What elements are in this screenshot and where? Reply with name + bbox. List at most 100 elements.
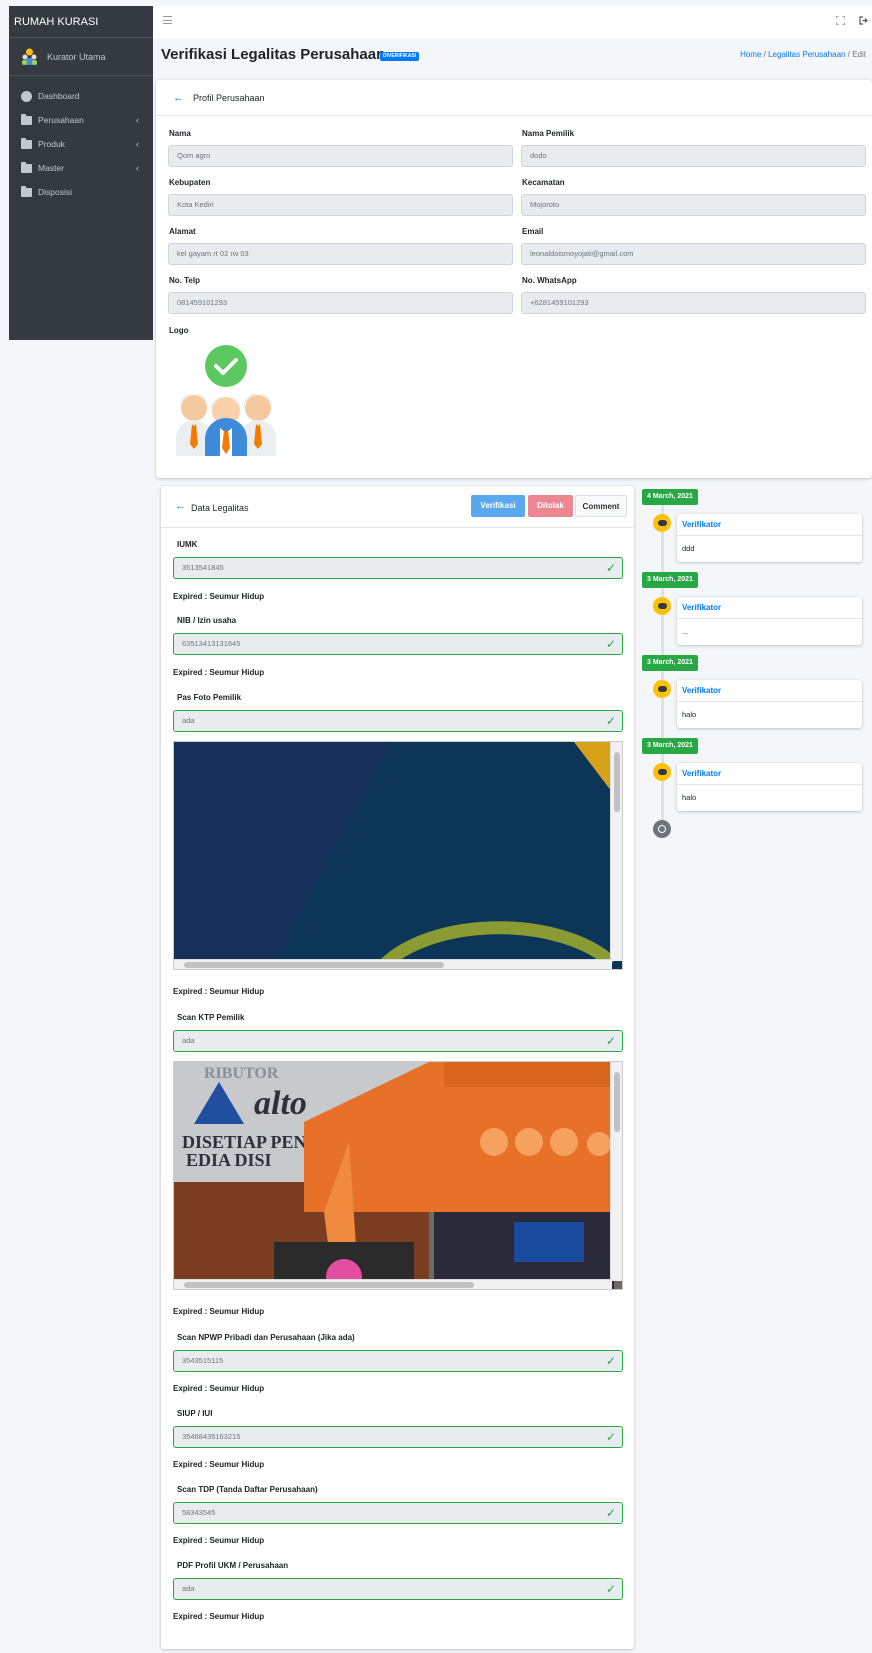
breadcrumb-section[interactable]: Legalitas Perusahaan: [768, 50, 845, 59]
timeline-author[interactable]: Verifikator: [677, 680, 862, 702]
scrollbar-thumb[interactable]: [614, 1072, 620, 1132]
ditolak-button[interactable]: Ditolak: [528, 495, 573, 517]
npwp-field[interactable]: 3543515115 ✓: [173, 1350, 623, 1372]
iumk-field[interactable]: 3513541845 ✓: [173, 557, 623, 579]
folder-icon: [21, 113, 32, 125]
nib-label: NIB / Izin usaha: [177, 616, 237, 625]
check-icon: ✓: [605, 1034, 616, 1048]
user-name[interactable]: Kurator Utama: [47, 52, 106, 62]
ktp-field[interactable]: ada ✓: [173, 1030, 623, 1052]
nama-label: Nama: [169, 129, 191, 138]
nama-pemilik-label: Nama Pemilik: [522, 129, 575, 138]
check-icon: ✓: [605, 1354, 616, 1368]
comment-button[interactable]: Comment: [575, 495, 627, 517]
back-arrow-icon[interactable]: ←: [173, 92, 184, 104]
timeline-author[interactable]: Verifikator: [677, 763, 862, 785]
sidebar-item-produk[interactable]: Produk ‹: [9, 132, 153, 156]
whatsapp-label: No. WhatsApp: [522, 276, 577, 285]
sidebar-item-label: Disposisi: [38, 187, 73, 197]
pas-foto-field[interactable]: ada ✓: [173, 710, 623, 732]
banner-top-text: RIBUTOR: [204, 1065, 279, 1082]
timeline-author[interactable]: Verifikator: [677, 597, 862, 619]
email-field[interactable]: leonaldoismoyojati@gmail.com: [521, 243, 866, 265]
back-arrow-icon[interactable]: ←: [175, 500, 186, 512]
sidebar-item-perusahaan[interactable]: Perusahaan ‹: [9, 108, 153, 132]
vertical-scrollbar[interactable]: [610, 1062, 622, 1281]
clock-icon: [653, 820, 671, 838]
siup-field[interactable]: 35468435163215 ✓: [173, 1426, 623, 1448]
user-panel[interactable]: Kurator Utama: [9, 38, 153, 76]
nama-pemilik-field[interactable]: dodo: [521, 145, 866, 167]
menu-toggle-icon[interactable]: [163, 16, 172, 24]
logo-label: Logo: [169, 326, 189, 335]
pas-foto-image: [174, 742, 622, 969]
horizontal-scrollbar[interactable]: [174, 959, 612, 969]
chevron-left-icon: ‹: [136, 115, 139, 125]
folder-icon: [21, 137, 32, 149]
whatsapp-field[interactable]: +6281459101293: [521, 292, 866, 314]
nib-expired: Expired : Seumur Hidup: [173, 668, 265, 677]
scrollbar-thumb[interactable]: [614, 752, 620, 812]
timeline-date: 4 March, 2021: [642, 489, 698, 505]
siup-value: 35468435163215: [182, 1432, 241, 1441]
nib-value: 63513413131645: [182, 639, 241, 648]
fullscreen-icon[interactable]: [835, 15, 846, 26]
sidebar-item-master[interactable]: Master ‹: [9, 156, 153, 180]
page-title: Verifikasi Legalitas Perusahaan: [161, 46, 386, 63]
comment-icon: [653, 680, 671, 698]
ktp-preview[interactable]: alto DISETIAP PENA EDIA DISI RIBUTOR: [173, 1061, 623, 1290]
banner-brand-text: alto: [254, 1085, 307, 1122]
breadcrumb-separator: /: [763, 50, 766, 59]
npwp-value: 3543515115: [182, 1356, 224, 1365]
pas-foto-preview[interactable]: [173, 741, 623, 970]
scrollbar-thumb[interactable]: [184, 1282, 474, 1288]
iumk-value: 3513541845: [182, 563, 224, 572]
breadcrumb: Home / Legalitas Perusahaan / Edit: [740, 50, 866, 59]
siup-label: SIUP / IUI: [177, 1409, 213, 1418]
tdp-value: 58343545: [182, 1508, 216, 1517]
tdp-field[interactable]: 58343545 ✓: [173, 1502, 623, 1524]
sidebar-item-disposisi[interactable]: Disposisi: [9, 180, 153, 204]
timeline-date: 3 March, 2021: [642, 572, 698, 588]
pdf-profil-value: ada: [182, 1584, 195, 1593]
telp-field[interactable]: 081459101293: [168, 292, 513, 314]
pas-foto-expired: Expired : Seumur Hidup: [173, 987, 265, 996]
timeline-comment: ddd: [682, 544, 695, 553]
siup-expired: Expired : Seumur Hidup: [173, 1460, 265, 1469]
kecamatan-field[interactable]: Mojoroto: [521, 194, 866, 216]
telp-label: No. Telp: [169, 276, 200, 285]
banner-line1-text: DISETIAP PENA: [182, 1132, 320, 1152]
alamat-field[interactable]: kel gayam rt 02 rw 03: [168, 243, 513, 265]
ktp-expired: Expired : Seumur Hidup: [173, 1307, 265, 1316]
pdf-profil-field[interactable]: ada ✓: [173, 1578, 623, 1600]
breadcrumb-home[interactable]: Home: [740, 50, 761, 59]
timeline-item: Verifikator ddd: [677, 514, 862, 562]
timeline-author[interactable]: Verifikator: [677, 514, 862, 536]
tdp-label: Scan TDP (Tanda Daftar Perusahaan): [177, 1485, 318, 1494]
ktp-image: alto DISETIAP PENA EDIA DISI RIBUTOR: [174, 1062, 622, 1289]
breadcrumb-separator: /: [847, 50, 850, 59]
avatar: [21, 48, 38, 65]
pdf-profil-label: PDF Profil UKM / Perusahaan: [177, 1561, 289, 1570]
ktp-value: ada: [182, 1036, 195, 1045]
sidebar-menu: Dashboard Perusahaan ‹ Produk ‹ Master ‹ Di…: [9, 76, 153, 204]
sidebar-item-label: Perusahaan: [38, 115, 84, 125]
sidebar-item-dashboard[interactable]: Dashboard: [9, 84, 153, 108]
scrollbar-thumb[interactable]: [184, 962, 444, 968]
timeline-comment: halo: [682, 793, 697, 802]
verifikasi-button[interactable]: Verifikasi: [471, 495, 525, 517]
kabupaten-field[interactable]: Kota Kediri: [168, 194, 513, 216]
nama-field[interactable]: Qom agro: [168, 145, 513, 167]
logout-icon[interactable]: [859, 16, 868, 25]
kabupaten-label: Kebupaten: [169, 178, 211, 187]
nib-field[interactable]: 63513413131645 ✓: [173, 633, 623, 655]
breadcrumb-current: Edit: [852, 50, 866, 59]
company-logo: [168, 344, 284, 456]
brand-title[interactable]: RUMAH KURASI: [9, 6, 153, 38]
horizontal-scrollbar[interactable]: [174, 1279, 612, 1289]
dashboard-icon: [21, 90, 32, 102]
iumk-expired: Expired : Seumur Hidup: [173, 592, 265, 601]
sidebar-item-label: Master: [38, 163, 64, 173]
vertical-scrollbar[interactable]: [610, 742, 622, 961]
folder-icon: [21, 185, 32, 197]
